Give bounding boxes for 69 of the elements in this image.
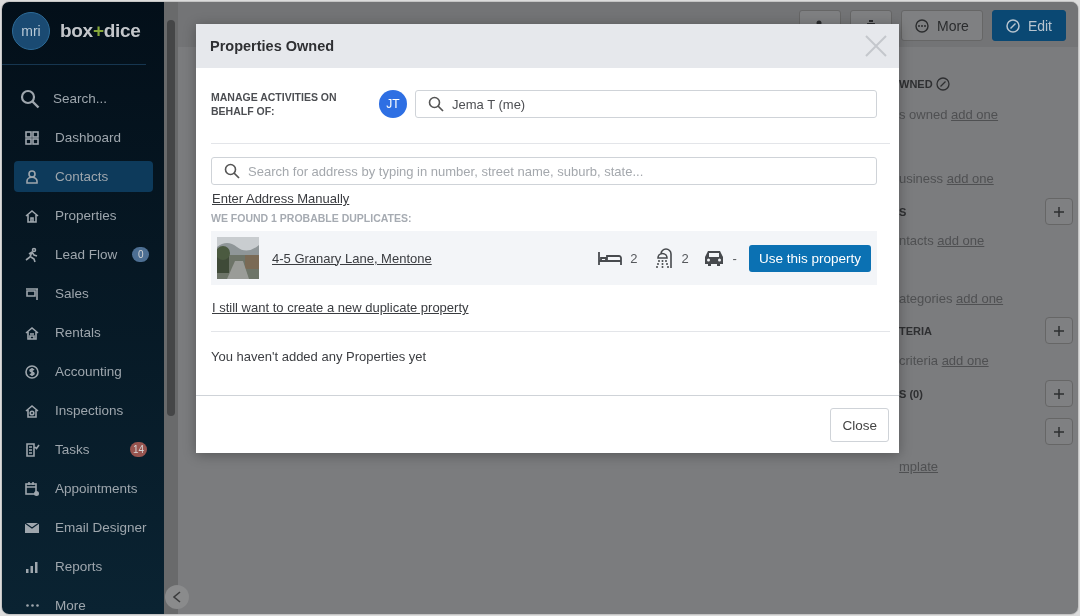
sidebar-item[interactable]: Dashboard xyxy=(14,122,153,153)
edit-icon xyxy=(1005,18,1020,33)
chevron-left-icon xyxy=(172,591,182,603)
add-button[interactable] xyxy=(1045,418,1073,445)
logo-mark: mri xyxy=(12,12,50,50)
create-duplicate-link[interactable]: I still want to create a new duplicate property xyxy=(212,300,469,315)
brand-name: box+dice xyxy=(60,20,141,42)
search-icon xyxy=(224,163,240,179)
owner-field[interactable]: Jema T (me) xyxy=(415,90,877,118)
house-icon xyxy=(24,207,40,224)
owner-label: MANAGE ACTIVITIES ON BEHALF OF: xyxy=(211,90,338,118)
more-icon xyxy=(914,18,929,33)
plus-icon xyxy=(1054,388,1064,399)
section-heading: WNED xyxy=(899,78,933,90)
search-icon xyxy=(20,88,40,109)
grid-icon xyxy=(24,129,40,146)
sidebar-item[interactable]: Rentals xyxy=(14,317,153,348)
dots-icon xyxy=(25,604,39,607)
house-icon xyxy=(24,324,40,341)
avatar: JT xyxy=(379,90,407,118)
sidebar-item[interactable]: Inspections xyxy=(14,395,153,426)
sidebar-item[interactable]: Lead Flow 0 xyxy=(14,239,153,270)
address-search-field[interactable]: Search for address by typing in number, street name, suburb, state... xyxy=(211,157,877,185)
house-icon xyxy=(24,402,40,419)
car-count: - xyxy=(732,250,737,266)
section-heading: S xyxy=(899,206,907,218)
search-field[interactable]: Search... xyxy=(14,83,153,114)
count-badge: 0 xyxy=(132,247,150,262)
checklist-icon xyxy=(24,441,40,458)
manual-address-link[interactable]: Enter Address Manually xyxy=(212,191,350,206)
sidebar-item[interactable]: Sales xyxy=(14,278,153,309)
action-button[interactable]: Edit xyxy=(991,10,1066,41)
action-button[interactable]: More xyxy=(900,10,983,41)
dollar-icon xyxy=(24,363,40,380)
empty-message: You haven't added any Properties yet xyxy=(211,349,428,364)
search-icon xyxy=(428,96,444,112)
add-button[interactable] xyxy=(1045,380,1073,407)
car-icon xyxy=(702,249,725,267)
plus-icon xyxy=(1054,426,1064,437)
bath-count: 2 xyxy=(681,250,689,266)
close-button[interactable] xyxy=(865,35,887,57)
sidebar-item[interactable]: Tasks 14 xyxy=(14,434,153,465)
sidebar-item[interactable]: Email Designer xyxy=(14,512,153,543)
shower-icon xyxy=(655,248,674,268)
runner-icon xyxy=(24,246,40,263)
scrollbar-thumb[interactable] xyxy=(167,20,175,416)
calendar-icon xyxy=(24,480,40,497)
close-icon xyxy=(865,35,887,57)
bed-icon xyxy=(598,250,623,266)
plus-icon xyxy=(1054,206,1064,217)
close-button[interactable]: Close xyxy=(830,408,889,442)
sidebar-item[interactable]: Appointments xyxy=(14,473,153,504)
section-heading: TERIA xyxy=(899,325,932,337)
duplicates-caption: WE FOUND 1 PROBABLE DUPLICATES: xyxy=(211,212,413,224)
modal-title: Properties Owned xyxy=(210,38,335,54)
sidebar-item[interactable]: Contacts xyxy=(14,161,153,192)
plus-icon xyxy=(1054,325,1064,336)
add-button[interactable] xyxy=(1045,317,1073,344)
add-button[interactable] xyxy=(1045,198,1073,225)
sidebar-item[interactable]: Reports xyxy=(14,551,153,582)
sidebar-item[interactable]: Properties xyxy=(14,200,153,231)
section-heading: S (0) xyxy=(899,388,923,400)
count-badge: 14 xyxy=(130,442,147,457)
sidebar-item[interactable]: More xyxy=(14,590,153,614)
sidebar-item[interactable]: Accounting xyxy=(14,356,153,387)
use-property-button[interactable]: Use this property xyxy=(748,244,871,272)
sign-icon xyxy=(24,285,40,302)
address-link[interactable]: 4-5 Granary Lane, Mentone xyxy=(272,250,599,266)
bed-count: 2 xyxy=(630,250,638,266)
